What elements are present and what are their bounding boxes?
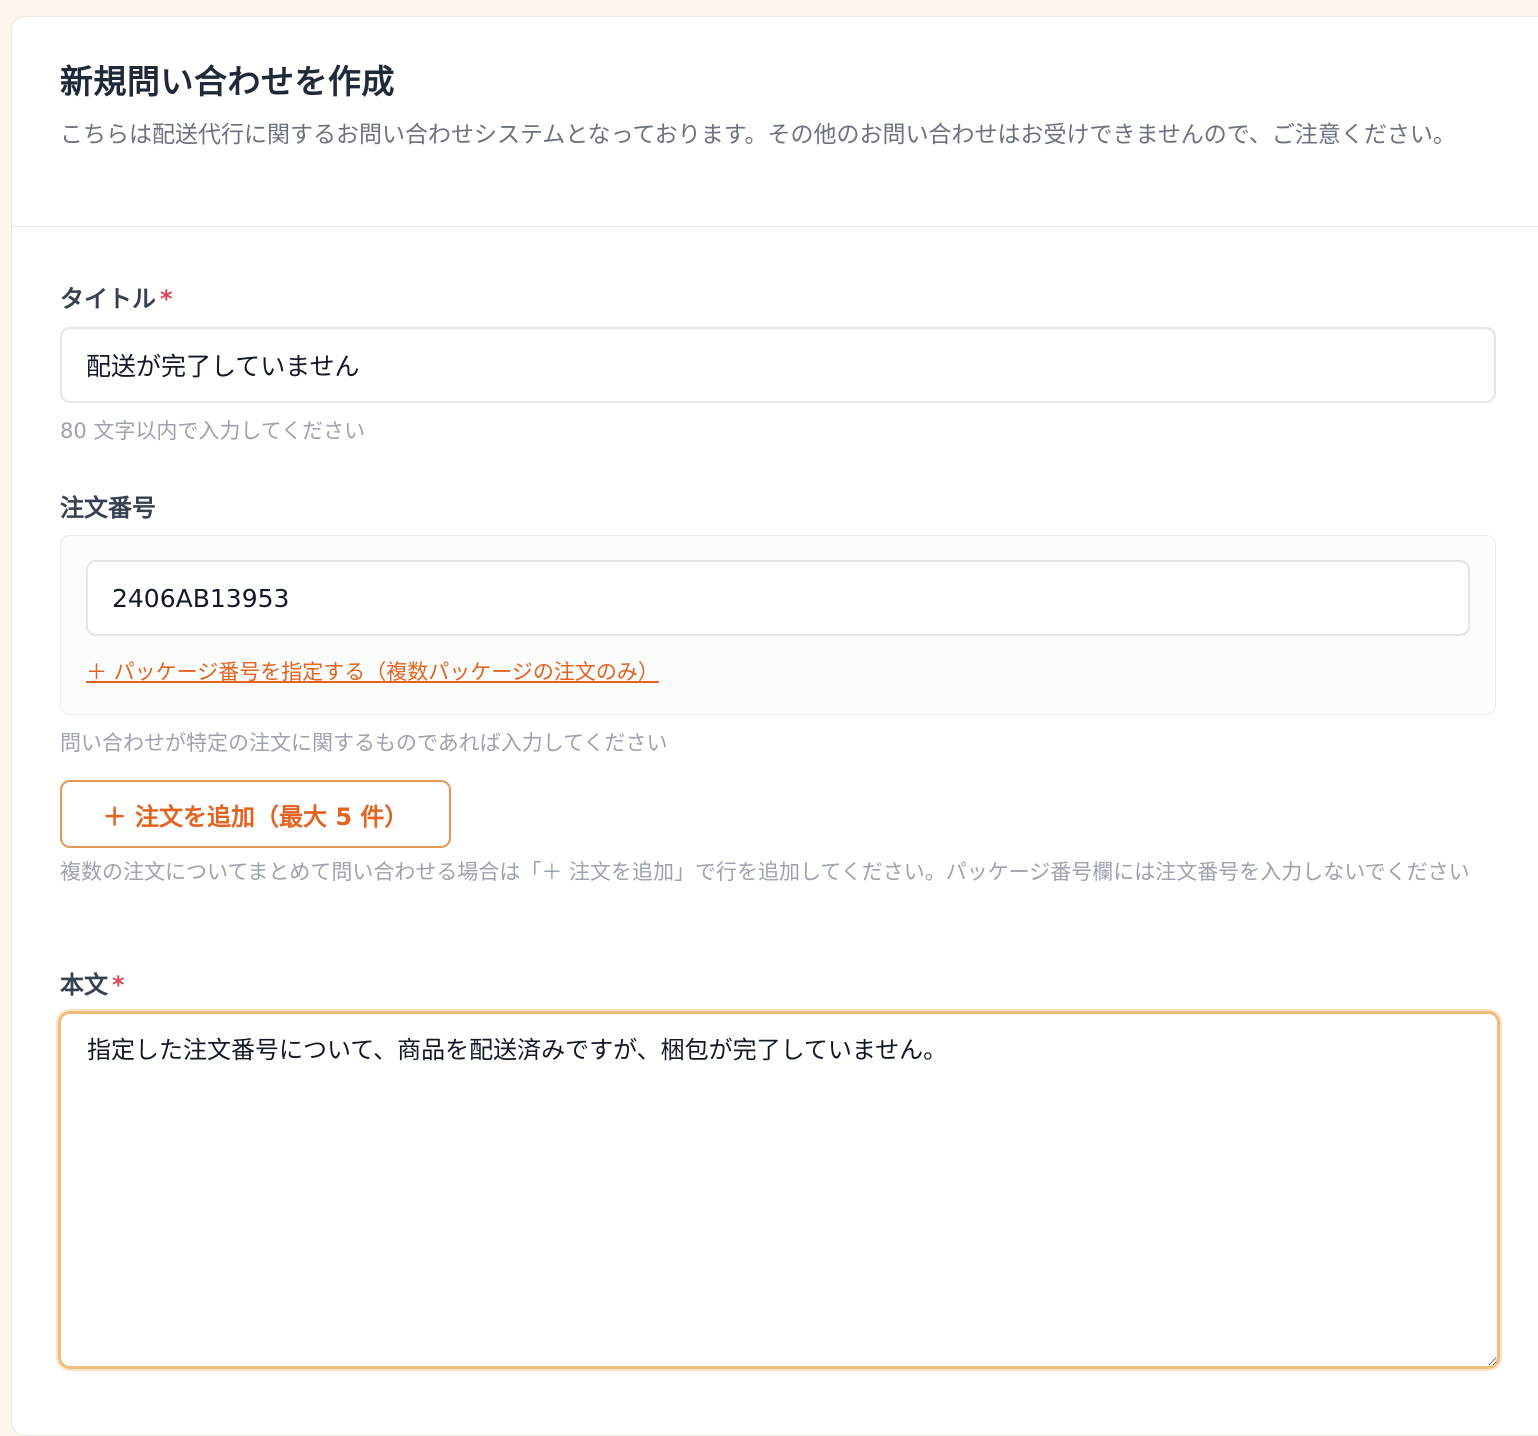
title-input[interactable] xyxy=(60,327,1496,403)
order-number-input[interactable] xyxy=(86,560,1470,636)
order-number-group: ＋ パッケージ番号を指定する（複数パッケージの注文のみ） xyxy=(60,535,1496,715)
form-header: 新規問い合わせを作成 こちらは配送代行に関するお問い合わせシステムとなっておりま… xyxy=(12,17,1538,227)
title-help-text: 80 文字以内で入力してください xyxy=(60,419,366,443)
order-number-help-text: 問い合わせが特定の注文に関するものであれば入力してください xyxy=(60,731,668,755)
title-label-text: タイトル xyxy=(60,285,156,313)
body-textarea[interactable]: 指定した注文番号について、商品を配送済みですが、梱包が完了していません。 xyxy=(58,1011,1500,1369)
inquiry-form-card: 新規問い合わせを作成 こちらは配送代行に関するお問い合わせシステムとなっておりま… xyxy=(11,16,1538,1436)
body-label-text: 本文 xyxy=(60,971,108,999)
add-package-number-link[interactable]: ＋ パッケージ番号を指定する（複数パッケージの注文のみ） xyxy=(86,656,659,686)
page-description: こちらは配送代行に関するお問い合わせシステムとなっております。その他のお問い合わ… xyxy=(60,122,1456,148)
add-order-button[interactable]: ＋ 注文を追加（最大 5 件） xyxy=(60,780,451,848)
title-label: タイトル * xyxy=(60,279,173,314)
page-title: 新規問い合わせを作成 xyxy=(60,62,395,101)
add-order-help-text: 複数の注文についてまとめて問い合わせる場合は「＋ 注文を追加」で行を追加してくだ… xyxy=(60,860,1470,884)
title-required-mark: * xyxy=(160,285,173,313)
body-required-mark: * xyxy=(112,971,125,999)
body-label: 本文 * xyxy=(60,965,125,1000)
order-number-label: 注文番号 xyxy=(60,494,156,522)
